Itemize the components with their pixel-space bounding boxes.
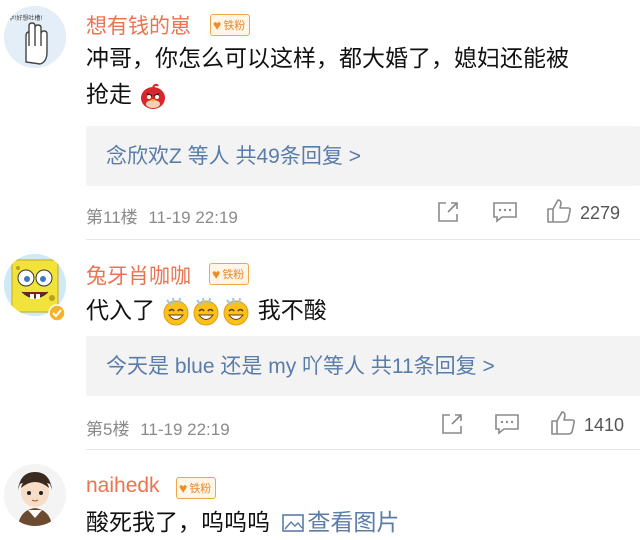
avatar-hand-image: 咿!好想吐槽! (4, 6, 66, 68)
like-icon[interactable] (546, 198, 572, 224)
fan-badge-label: 铁粉 (223, 20, 246, 32)
angry-bird-emoji (141, 83, 166, 109)
comment-icon[interactable] (492, 200, 518, 224)
like-count: 2279 (580, 203, 621, 223)
comment-text-body: 酸死我了，呜呜呜 (86, 509, 270, 535)
comment-text: 冲哥，你怎么可以这样，都大婚了，媳妇还能被 抢走 (86, 40, 626, 112)
fan-badge[interactable]: ♥ 铁粉 (209, 263, 250, 285)
like-count: 1410 (584, 415, 625, 435)
sweat-smile-emoji (223, 297, 249, 326)
fan-badge[interactable]: ♥ 铁粉 (210, 14, 251, 36)
comment-text-line-1: 冲哥，你怎么可以这样，都大婚了，媳妇还能被 (86, 45, 569, 71)
share-icon[interactable] (440, 412, 464, 436)
fan-heart-icon: ♥ (179, 480, 188, 496)
view-image-link[interactable]: 查看图片 (282, 509, 399, 535)
username[interactable]: 想有钱的崽 (86, 10, 191, 40)
comment-meta: 第11楼 11-19 22:19 (86, 203, 238, 228)
comment-text-line-2: 抢走 (86, 76, 626, 112)
fan-heart-icon: ♥ (212, 266, 221, 282)
reply-summary-text[interactable]: 今天是 blue 还是 my 吖等人 共11条回复 > (106, 350, 495, 380)
fan-badge[interactable]: ♥ 铁粉 (176, 477, 217, 499)
image-icon (282, 514, 305, 532)
comment-text: 代入了 我不酸 (86, 292, 327, 328)
floor-number: 第5楼 (86, 420, 130, 439)
comment-3: naihedk ♥ 铁粉 酸死我了，呜呜呜 查看图片 (0, 450, 640, 539)
timestamp: 11-19 22:19 (140, 420, 230, 439)
fan-heart-icon: ♥ (213, 17, 222, 33)
view-image-label[interactable]: 查看图片 (307, 509, 399, 535)
avatar-boy-image (4, 464, 66, 526)
sweat-smile-emoji (193, 297, 219, 326)
comment-meta: 第5楼 11-19 22:19 (86, 415, 230, 440)
reply-summary[interactable]: 今天是 blue 还是 my 吖等人 共11条回复 > (86, 336, 640, 396)
comment-icon[interactable] (494, 412, 520, 436)
avatar[interactable] (4, 464, 66, 526)
reply-summary[interactable]: 念欣欢Z 等人 共49条回复 > (86, 126, 640, 186)
floor-number: 第11楼 (86, 208, 138, 227)
svg-text:咿!好想吐槽!: 咿!好想吐槽! (8, 14, 43, 22)
reply-summary-text[interactable]: 念欣欢Z 等人 共49条回复 > (106, 140, 361, 170)
comment-2: 兔牙肖咖咖 ♥ 铁粉 代入了 我不酸 今天是 blue 还是 my 吖等人 共1… (0, 240, 640, 450)
comment-text-before: 代入了 (86, 297, 155, 323)
comment-1: 咿!好想吐槽! 想有钱的崽 ♥ 铁粉 冲哥，你怎么可以这样，都大婚了，媳妇还能被… (0, 0, 640, 240)
fan-badge-label: 铁粉 (189, 483, 212, 495)
share-icon[interactable] (436, 200, 460, 224)
username[interactable]: naihedk (86, 474, 160, 498)
sweat-smile-emoji (163, 297, 189, 326)
like-icon[interactable] (550, 410, 576, 436)
username[interactable]: 兔牙肖咖咖 (86, 260, 191, 290)
verified-badge-icon (48, 304, 66, 322)
avatar[interactable]: 咿!好想吐槽! (4, 6, 66, 68)
fan-badge-label: 铁粉 (222, 269, 245, 281)
comment-text-after: 我不酸 (257, 297, 327, 323)
timestamp: 11-19 22:19 (148, 208, 238, 227)
comment-text: 酸死我了，呜呜呜 查看图片 (86, 504, 399, 540)
